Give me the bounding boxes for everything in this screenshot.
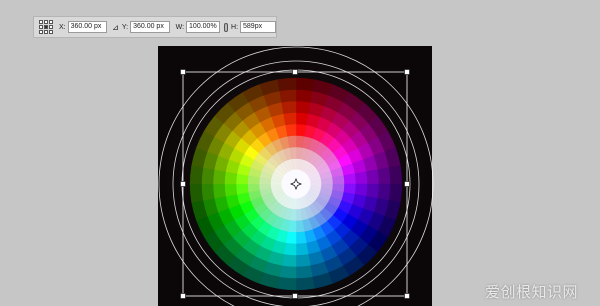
wheel-segment	[281, 254, 297, 268]
wheel-segment	[279, 265, 297, 279]
wheel-segment	[377, 183, 391, 201]
wheel-segment	[295, 242, 309, 256]
wheel-segment	[281, 100, 297, 114]
wheel-segment	[343, 173, 357, 185]
transform-handle	[404, 181, 410, 187]
wheel-segment	[295, 100, 311, 114]
wheel-segment	[377, 167, 391, 185]
wheel-segment	[277, 77, 297, 92]
wheel-segment	[295, 254, 311, 268]
wheel-segment	[201, 167, 215, 185]
wheel-segment	[295, 231, 307, 245]
wheel-segment	[201, 183, 215, 201]
transform-handle	[292, 69, 298, 75]
wheel-segment	[388, 165, 403, 185]
wheel-segment	[212, 183, 226, 199]
transform-handle	[180, 293, 186, 299]
wheel-segment	[366, 183, 380, 199]
wheel-segment	[235, 183, 249, 195]
transform-handle	[292, 293, 298, 299]
watermark-text: 爱创根知识网	[484, 284, 578, 301]
wheel-segment	[224, 183, 238, 197]
wheel-segment	[189, 165, 204, 185]
wheel-segment	[285, 123, 297, 137]
wheel-segment	[388, 183, 403, 203]
transform-handle	[180, 69, 186, 75]
wheel-segment	[189, 183, 204, 203]
wheel-segment	[295, 265, 313, 279]
wheel-segment	[279, 89, 297, 103]
wheel-segment	[354, 171, 368, 185]
wheel-segment	[295, 276, 315, 291]
wheel-center	[281, 169, 311, 199]
color-wheel-overlay	[158, 46, 434, 306]
transform-handle	[404, 69, 410, 75]
wheel-segment	[295, 77, 315, 92]
wheel-segment	[277, 276, 297, 291]
wheel-segment	[212, 169, 226, 185]
transform-handle	[404, 293, 410, 299]
wheel-segment	[366, 169, 380, 185]
wheel-segment	[283, 112, 297, 126]
transform-handle	[180, 181, 186, 187]
wheel-segment	[295, 89, 313, 103]
color-wheel	[189, 77, 403, 291]
